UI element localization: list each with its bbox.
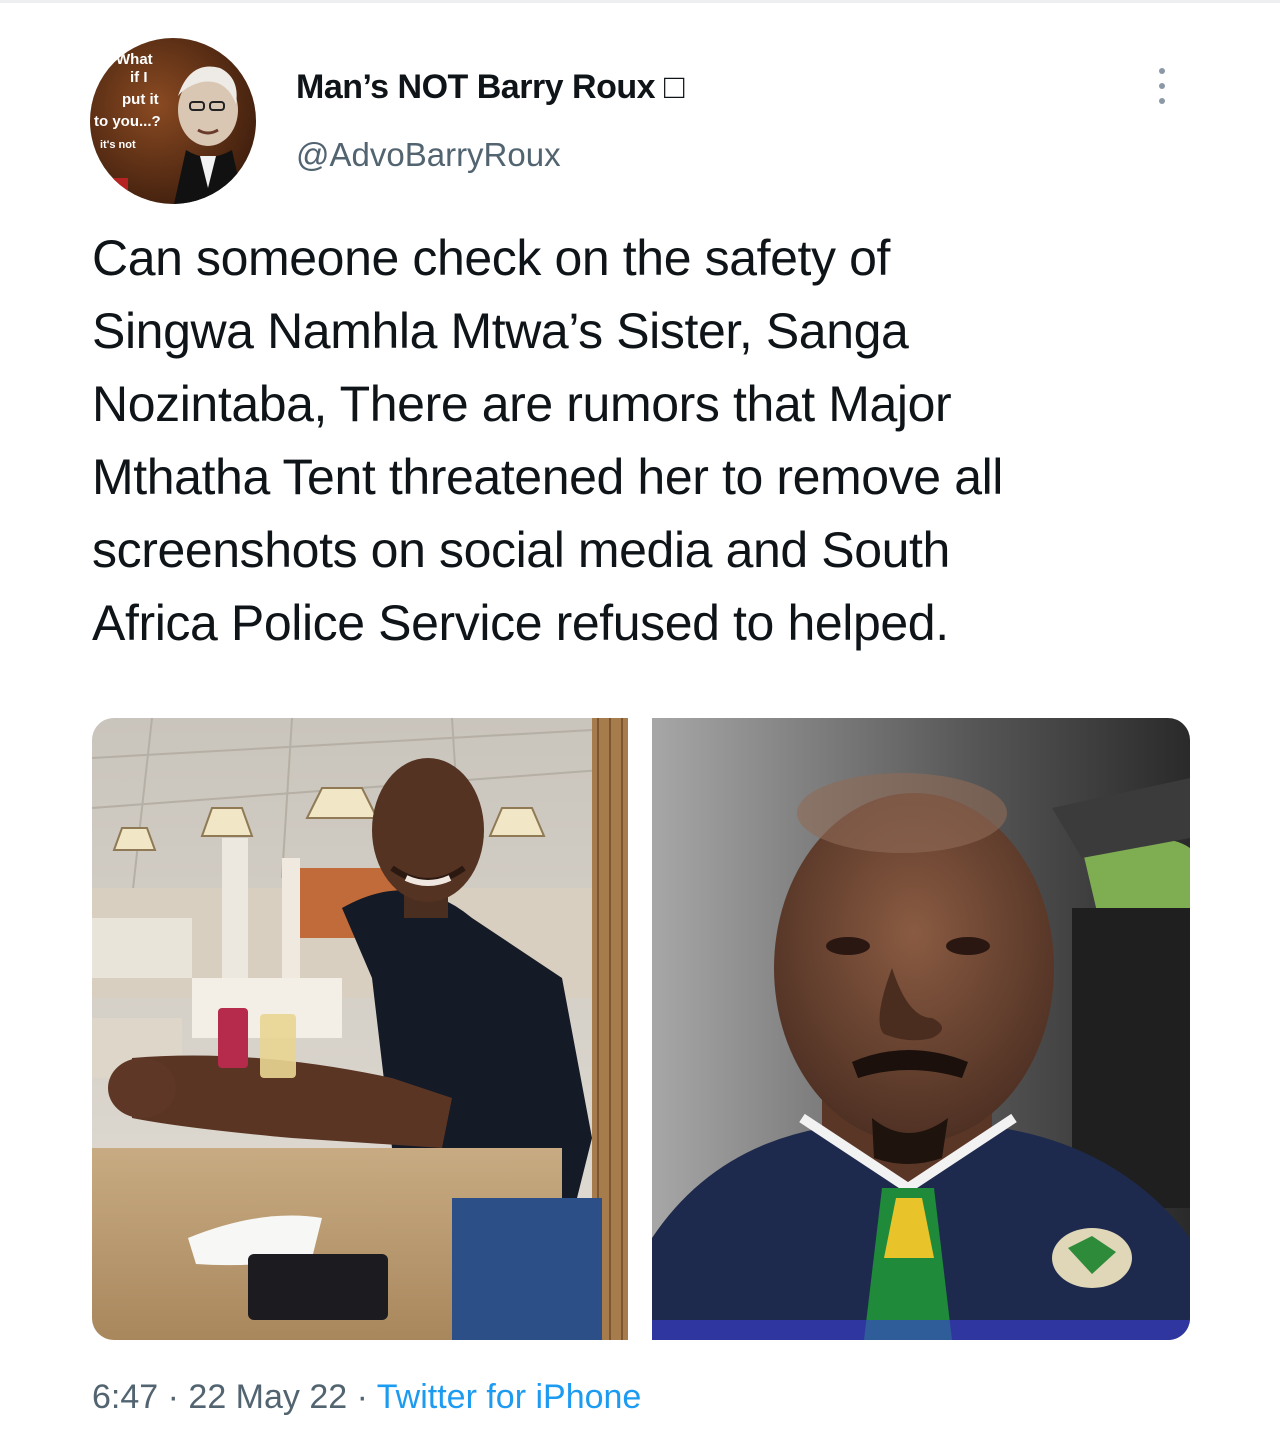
more-vertical-icon [1159,68,1165,74]
tweet-photo-1[interactable] [92,718,628,1340]
avatar-caption-5: it's not [100,139,136,151]
more-vertical-icon-dot [1159,83,1165,89]
more-vertical-icon-dot [1159,98,1165,104]
tweet-text-line: Africa Police Service refused to helped. [92,595,949,651]
avatar[interactable]: What if I put it to you...? it's not [90,38,256,204]
meta-separator: · [347,1378,377,1416]
restaurant-photo [92,718,628,1340]
avatar-caption-2: if I [130,69,148,86]
more-options-button[interactable] [1140,60,1184,112]
avatar-caption-3: put it [122,91,159,108]
tweet-text-line: screenshots on social media and South [92,522,950,578]
car-selfie-photo [652,718,1190,1340]
tweet-date[interactable]: 22 May 22 [188,1378,347,1416]
media-grid [92,718,1190,1340]
tweet-text-line: Can someone check on the safety of [92,230,890,286]
author-display-name[interactable]: Man’s NOT Barry Roux □ [296,68,685,107]
divider [0,0,1280,3]
meta-separator: · [158,1378,189,1416]
avatar-caption-4: to you...? [94,113,161,130]
avatar-image: What if I put it to you...? it's not [90,38,256,204]
tweet-source-link[interactable]: Twitter for iPhone [377,1378,642,1416]
tweet-meta: 6:47 · 22 May 22 · Twitter for iPhone [92,1378,641,1417]
tweet-text-line: Mthatha Tent threatened her to remove al… [92,449,1004,505]
avatar-caption-1: What [116,51,153,68]
tweet-time[interactable]: 6:47 [92,1378,158,1416]
tweet-card: What if I put it to you...? it's not Man… [0,0,1280,1435]
tweet-text-line: Singwa Namhla Mtwa’s Sister, Sanga [92,303,909,359]
tweet-text-line: Nozintaba, There are rumors that Major [92,376,952,432]
tweet-text: Can someone check on the safety of Singw… [92,222,1212,660]
tweet-photo-2[interactable] [652,718,1190,1340]
author-handle[interactable]: @AdvoBarryRoux [296,136,561,174]
